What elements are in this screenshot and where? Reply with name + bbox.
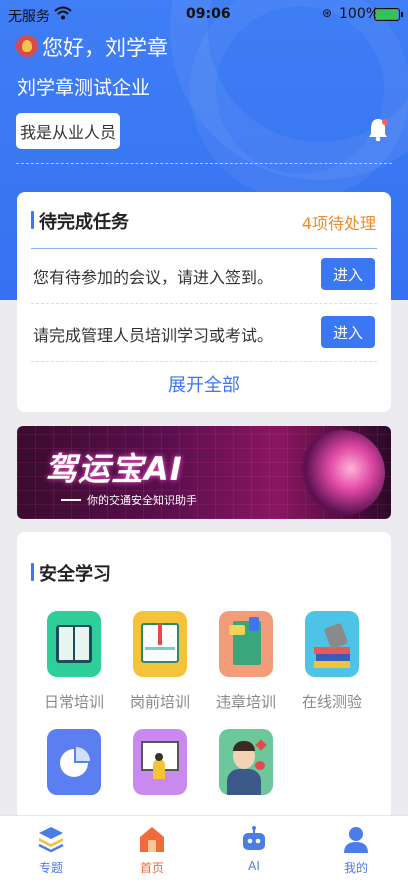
divider	[31, 248, 377, 249]
tab-label: 首页	[139, 861, 164, 875]
divider	[31, 361, 377, 362]
presentation-icon	[133, 729, 187, 795]
books-stack-icon	[305, 611, 359, 677]
task-text: 请完成管理人员培训学习或考试。	[33, 326, 274, 345]
banner-title: 驾运宝AI	[45, 450, 183, 488]
tab-topics[interactable]: 专题	[11, 816, 91, 883]
open-book-icon	[133, 611, 187, 677]
study-title: 安全学习	[39, 564, 111, 585]
study-item-label: 违章培训	[215, 693, 276, 711]
study-item-online-test[interactable]: 在线测验	[289, 611, 375, 712]
book-icon	[47, 611, 101, 677]
study-item-daily[interactable]: 日常培训	[31, 611, 117, 712]
divider	[31, 303, 377, 304]
pie-chart-icon	[47, 729, 101, 795]
ai-assistant-banner[interactable]: 驾运宝AI 你的交通安全知识助手	[17, 426, 391, 519]
study-item-prejob[interactable]: 岗前培训	[117, 611, 203, 712]
tasks-title: 待完成任务	[39, 212, 129, 233]
safety-study-card: 安全学习 日常培训 岗前培训 违章培训 在线测验	[17, 532, 391, 852]
battery-icon	[374, 8, 403, 21]
expand-all-link[interactable]: 展开全部	[17, 371, 391, 397]
task-text: 您有待参加的会议，请进入签到。	[33, 268, 274, 287]
user-icon	[344, 827, 368, 853]
company-name: 刘学章测试企业	[17, 77, 151, 99]
bottom-tab-bar: 专题 首页 AI 我的	[0, 815, 408, 883]
bell-icon[interactable]	[367, 116, 389, 142]
robot-head-illustration	[299, 430, 385, 516]
robot-icon	[243, 826, 265, 850]
study-item[interactable]	[31, 729, 117, 809]
enter-button[interactable]: 进入	[321, 258, 375, 290]
clock: 09:06	[186, 6, 231, 22]
study-item-label: 日常培训	[43, 693, 104, 711]
health-person-icon	[219, 729, 273, 795]
study-item-label: 在线测验	[301, 693, 362, 711]
home-icon	[140, 827, 164, 852]
carrier-label: 无服务	[8, 9, 50, 25]
layers-icon	[38, 827, 64, 853]
greeting-text: 您好，刘学章	[42, 36, 168, 60]
tab-label: AI	[248, 859, 260, 873]
badge-logo-icon	[16, 35, 38, 57]
section-marker	[31, 211, 34, 229]
tab-mine[interactable]: 我的	[316, 816, 396, 883]
banner-dash	[61, 499, 81, 501]
tab-ai[interactable]: AI	[214, 816, 294, 883]
tab-label: 我的	[343, 861, 368, 875]
study-item-violation[interactable]: 违章培训	[203, 611, 289, 712]
pending-tasks-card: 待完成任务 4项待处理 您有待参加的会议，请进入签到。 进入 请完成管理人员培训…	[17, 192, 391, 412]
divider	[16, 163, 392, 164]
study-item-label: 岗前培训	[129, 693, 190, 711]
tab-home[interactable]: 首页	[112, 816, 192, 883]
role-switch-button[interactable]: 我是从业人员	[16, 113, 120, 149]
status-bar: 无服务 09:06 ⊛ 100%	[0, 0, 408, 30]
orientation-lock-icon: ⊛	[322, 6, 333, 20]
enter-button[interactable]: 进入	[321, 316, 375, 348]
pending-count[interactable]: 4项待处理	[302, 210, 376, 234]
tab-label: 专题	[38, 861, 63, 875]
study-item[interactable]	[203, 729, 289, 809]
section-marker	[31, 563, 34, 581]
decorative-ring	[190, 0, 408, 200]
banner-subtitle: 你的交通安全知识助手	[87, 494, 197, 507]
wifi-icon	[54, 6, 72, 20]
folder-icon	[219, 611, 273, 677]
study-item[interactable]	[117, 729, 203, 809]
